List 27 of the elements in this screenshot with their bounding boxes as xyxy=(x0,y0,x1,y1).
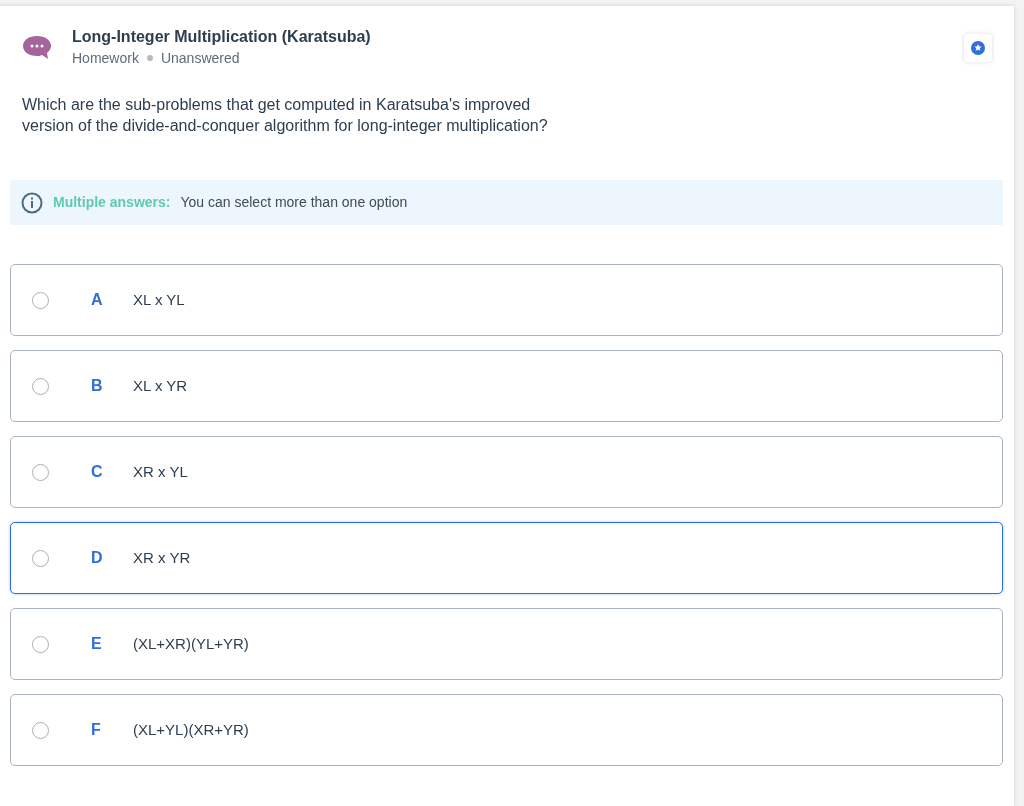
notice-label: Multiple answers: xyxy=(53,193,171,212)
option-text: XR x YL xyxy=(133,461,188,482)
info-icon xyxy=(21,191,43,214)
option-letter: E xyxy=(91,634,103,654)
chat-bubble-icon xyxy=(22,35,52,61)
answer-option[interactable]: D XR x YR xyxy=(10,522,1003,594)
option-text: XR x YR xyxy=(133,547,191,568)
option-letter: D xyxy=(91,548,104,568)
question-title: Long-Integer Multiplication (Karatsuba) xyxy=(72,27,371,47)
option-letter: A xyxy=(91,290,104,310)
answer-option[interactable]: F (XL+YL)(XR+YR) xyxy=(10,694,1003,766)
option-letter: C xyxy=(91,462,104,482)
option-letter: B xyxy=(91,376,104,396)
answer-option[interactable]: C XR x YL xyxy=(10,436,1003,508)
option-text: (XL+YL)(XR+YR) xyxy=(133,719,249,740)
category-label: Homework xyxy=(72,49,139,68)
option-letter: F xyxy=(91,720,102,740)
bookmark-button[interactable] xyxy=(964,34,992,62)
notice-text: You can select more than one option xyxy=(180,193,408,212)
status-label: Unanswered xyxy=(160,49,240,68)
answer-option[interactable]: A XL x YL xyxy=(10,264,1003,336)
answer-option[interactable]: B XL x YR xyxy=(10,350,1003,422)
question-text: Which are the sub-problems that get computed in Karatsuba's improved version of the divide-and-conquer algorithm for long-integer multiplication? xyxy=(22,95,549,136)
option-text: XL x YL xyxy=(133,289,185,310)
option-text: (XL+XR)(YL+YR) xyxy=(133,633,249,654)
option-text: XL x YR xyxy=(133,375,188,396)
answer-option[interactable]: E (XL+XR)(YL+YR) xyxy=(10,608,1003,680)
